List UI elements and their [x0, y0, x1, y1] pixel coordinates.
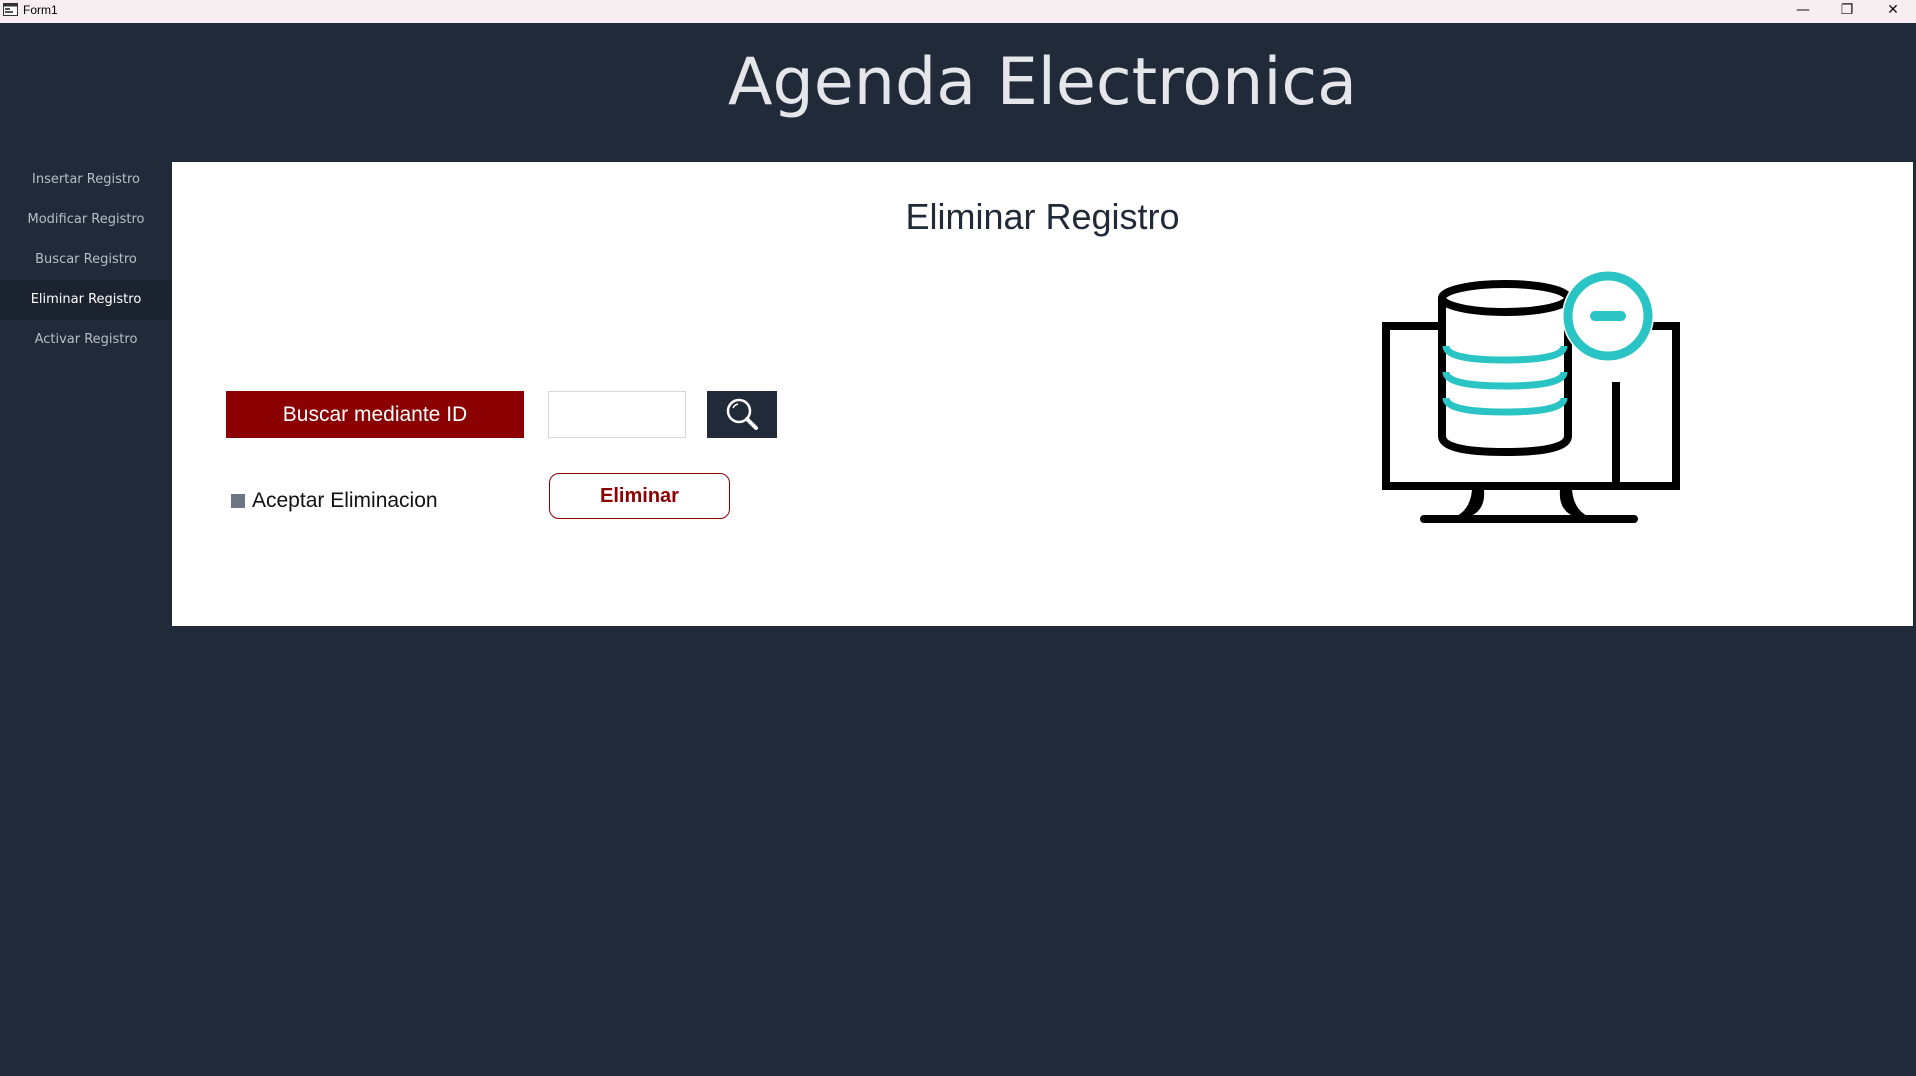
- search-button[interactable]: [707, 391, 777, 438]
- window-titlebar: Form1 — ❐ ✕: [0, 0, 1916, 23]
- close-button[interactable]: ✕: [1870, 0, 1916, 23]
- sidebar-item-insertar[interactable]: Insertar Registro: [0, 160, 172, 200]
- search-by-id-button[interactable]: Buscar mediante ID: [226, 391, 524, 438]
- restore-button[interactable]: ❐: [1824, 0, 1870, 23]
- accept-delete-checkbox[interactable]: Aceptar Eliminacion: [231, 489, 438, 513]
- database-remove-monitor-icon: [1382, 270, 1680, 523]
- sidebar-menu: Insertar Registro Modificar Registro Bus…: [0, 160, 172, 360]
- content-panel: Eliminar Registro Buscar mediante ID Ace…: [172, 162, 1913, 626]
- minimize-button[interactable]: —: [1780, 0, 1826, 23]
- page-title: Eliminar Registro: [905, 196, 1180, 237]
- app-title: Agenda Electronica: [728, 45, 1357, 120]
- accept-delete-label: Aceptar Eliminacion: [252, 489, 438, 512]
- id-input[interactable]: [548, 391, 686, 438]
- window-title: Form1: [23, 3, 58, 17]
- sidebar-item-buscar[interactable]: Buscar Registro: [0, 240, 172, 280]
- sidebar-item-modificar[interactable]: Modificar Registro: [0, 200, 172, 240]
- sidebar-item-eliminar[interactable]: Eliminar Registro: [0, 280, 172, 320]
- magnifier-icon: [726, 398, 758, 430]
- sidebar-item-activar[interactable]: Activar Registro: [0, 320, 172, 360]
- delete-button[interactable]: Eliminar: [549, 473, 730, 519]
- app-icon: [3, 3, 18, 16]
- records-grid-area: [176, 626, 1904, 1076]
- checkbox-box[interactable]: [231, 494, 245, 508]
